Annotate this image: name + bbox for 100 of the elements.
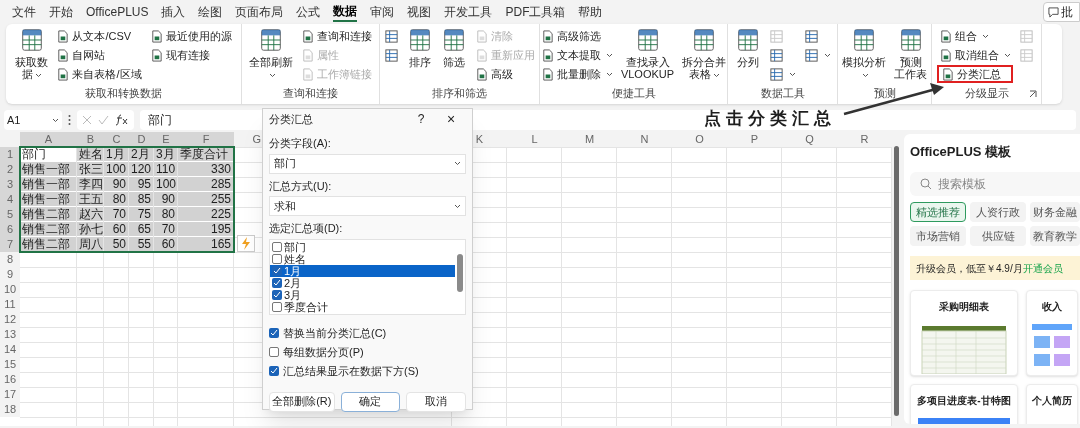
ribbon-button[interactable]: 排序 [405, 27, 435, 86]
list-item[interactable]: 部门 [284, 240, 455, 253]
ribbon-button[interactable]: 最近使用的源 [147, 27, 234, 45]
ribbon-button[interactable]: 分类汇总 [937, 65, 1013, 83]
list-item[interactable]: 季度合计 [284, 300, 455, 313]
dialog-launcher-icon[interactable] [1029, 90, 1037, 98]
dialog-button[interactable]: 取消 [406, 391, 466, 412]
row-header: 15 [0, 357, 20, 372]
menu-tab[interactable]: 页面布局 [235, 2, 284, 22]
document-icon [301, 48, 314, 62]
dialog-button[interactable]: 确定 [340, 391, 401, 412]
function-icon[interactable] [115, 114, 129, 126]
grid-icon [768, 47, 784, 63]
row-header: 16 [0, 372, 20, 387]
caret-icon [34, 72, 42, 78]
menu-tab[interactable]: 文件 [12, 2, 36, 22]
checkbox[interactable] [272, 301, 282, 312]
template-title: 采购明细表 [939, 300, 989, 314]
menu-tab[interactable]: 视图 [407, 2, 432, 22]
scrollbar-thumb[interactable] [457, 253, 463, 292]
list-item[interactable]: 3月 [284, 288, 455, 301]
filter-tag[interactable]: 供应链 [970, 226, 1026, 246]
checkbox-label[interactable]: 每组数据分页(P) [283, 343, 364, 361]
ribbon-button[interactable]: 高级 [473, 65, 537, 83]
ribbon-button[interactable]: 文本提取 [538, 46, 615, 64]
field-label: 选定汇总项(D): [269, 221, 344, 236]
menu-tab[interactable]: PDF工具箱 [505, 2, 566, 22]
ribbon-button[interactable]: 现有连接 [147, 46, 234, 64]
checkbox[interactable] [272, 265, 282, 276]
ribbon-button[interactable]: 从文本/CSV [54, 27, 144, 45]
ribbon-button[interactable]: 查询和连接 [299, 27, 374, 45]
table-cell: 120 [129, 162, 153, 176]
check-icon[interactable] [98, 115, 109, 125]
help-button[interactable]: ? [406, 110, 436, 128]
template-card[interactable]: 采购明细表 [910, 290, 1018, 376]
row-header: 8 [0, 252, 20, 267]
checkbox-label[interactable]: 替换当前分类汇总(C) [283, 324, 387, 342]
menu-tab[interactable]: 开发工具 [444, 2, 493, 22]
menu-tab[interactable]: 审阅 [370, 2, 395, 22]
grid-icon [384, 28, 399, 44]
ribbon-button[interactable]: 来自表格/区域 [54, 65, 144, 83]
table-cell: 255 [178, 192, 233, 206]
checkbox[interactable] [269, 366, 279, 376]
ribbon-button[interactable]: 拆分合并 表格 [680, 27, 729, 86]
template-card[interactable]: 多项目进度表-甘特图 [910, 384, 1018, 424]
checkbox[interactable] [272, 277, 282, 288]
dialog-button[interactable]: 全部删除(R) [269, 391, 335, 412]
ribbon-button[interactable]: 预测 工作表 [892, 27, 929, 86]
menu-tab[interactable]: 绘图 [198, 2, 223, 22]
grid-icon [1019, 28, 1034, 44]
dialog-title: 分类汇总 [269, 111, 314, 127]
menu-tab[interactable]: 插入 [161, 2, 186, 22]
ribbon-button[interactable]: 全部刷新 [247, 27, 295, 86]
ribbon-icon-button[interactable] [382, 46, 401, 64]
ribbon-button[interactable]: 批量删除 [538, 65, 615, 83]
checkbox[interactable] [269, 328, 279, 338]
ribbon-button[interactable]: 查找录入 VLOOKUP [618, 27, 677, 86]
ribbon-button[interactable]: 分列 [732, 27, 763, 86]
name-box[interactable]: A1 [4, 110, 62, 130]
ribbon-icon-button[interactable] [382, 27, 401, 45]
filter-tag[interactable]: 市场营销 [910, 226, 966, 246]
table-cell: 100 [104, 162, 128, 176]
column-header: G [251, 132, 262, 147]
filter-tag[interactable]: 教育教学 [1030, 226, 1080, 246]
ribbon-button[interactable]: 模拟分析 [840, 27, 888, 86]
template-card[interactable]: 收入 [1026, 290, 1078, 376]
filter-tag[interactable]: 财务金融 [1030, 202, 1080, 222]
filter-tag[interactable]: 精选推荐 [910, 202, 966, 222]
close-button[interactable]: × [436, 108, 466, 130]
checkbox-label[interactable]: 汇总结果显示在数据下方(S) [283, 362, 419, 380]
scrollbar-thumb[interactable] [893, 146, 899, 416]
ribbon-button[interactable]: 获取数 据 [13, 27, 51, 86]
menu-tab[interactable]: 开始 [49, 2, 73, 22]
menu-tab[interactable]: 公式 [296, 2, 321, 22]
checkbox[interactable] [272, 289, 282, 300]
checkbox[interactable] [272, 241, 282, 252]
ribbon-button[interactable]: 自网站 [54, 46, 144, 64]
checkbox[interactable] [272, 253, 282, 264]
dropdown-field[interactable]: 求和 [269, 196, 466, 216]
comment-button[interactable]: 批 [1043, 2, 1080, 22]
column-header: R [859, 132, 870, 147]
menu-tab[interactable]: 数据 [333, 2, 358, 22]
filter-tag[interactable]: 人资行政 [970, 202, 1026, 222]
checkbox[interactable] [269, 347, 279, 357]
list-item[interactable]: 姓名 [284, 252, 455, 265]
menu-tab[interactable]: OfficePLUS [86, 2, 149, 22]
dropdown-field[interactable]: 部门 [269, 153, 466, 174]
caret-icon [982, 33, 989, 39]
template-card[interactable]: 个人简历 [1026, 384, 1078, 424]
ribbon-button[interactable]: 筛选 [439, 27, 469, 86]
ribbon-button[interactable]: 组合 [937, 27, 1013, 45]
ribbon-button[interactable]: 高级筛选 [538, 27, 615, 45]
ribbon-button[interactable]: 取消组合 [937, 46, 1013, 64]
search-field[interactable]: 搜索模板 [910, 172, 1080, 196]
row-header: 3 [0, 177, 20, 192]
grid-icon [768, 28, 784, 44]
table-cell: 销售一部 [20, 162, 76, 176]
table-cell: 李四 [77, 177, 103, 191]
menu-tab[interactable]: 帮助 [578, 2, 603, 22]
list-item[interactable]: 2月 [284, 276, 455, 289]
